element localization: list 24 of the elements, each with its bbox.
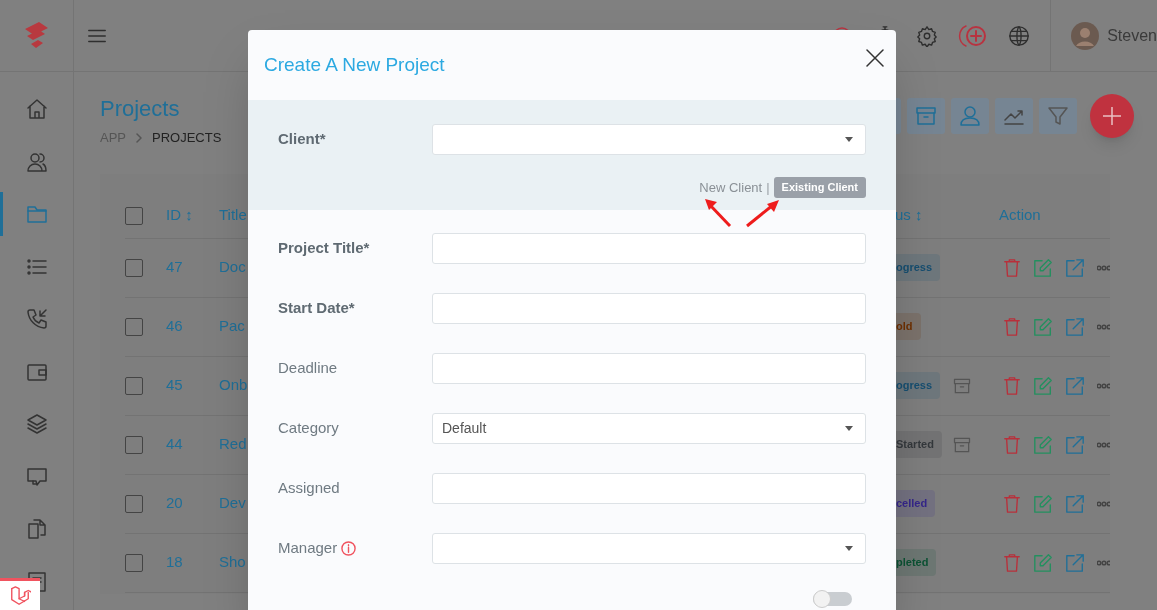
column-header: Action: [999, 205, 1042, 226]
table-cell-text: 44: [166, 434, 184, 455]
user-name[interactable]: Steven: [1107, 23, 1157, 48]
field-label: Assigned: [278, 478, 340, 499]
separator: |: [766, 178, 770, 197]
field-label: Client*: [278, 129, 327, 150]
column-header[interactable]: us ↕: [893, 204, 946, 227]
breadcrumb-item: PROJECTS: [152, 129, 222, 147]
field-label: Manager: [278, 538, 338, 559]
field-label: Category: [278, 418, 339, 439]
select-field[interactable]: Default: [432, 413, 866, 444]
field-label: Start Date*: [278, 298, 355, 319]
client-option[interactable]: Existing Client: [773, 177, 866, 198]
page-title: Projects: [100, 95, 181, 123]
column-header[interactable]: ID ↕: [166, 204, 219, 227]
field-label: Deadline: [278, 358, 338, 379]
modal-title: Create A New Project: [264, 52, 445, 77]
table-cell-text: 20: [166, 493, 184, 514]
field-label: Project Title*: [278, 238, 370, 259]
table-cell-text: 45: [166, 375, 184, 396]
client-option[interactable]: New Client: [699, 177, 763, 197]
table-cell-text: 18: [166, 552, 184, 573]
table-cell-text: 46: [166, 316, 184, 337]
table-cell-text: 47: [166, 257, 184, 278]
